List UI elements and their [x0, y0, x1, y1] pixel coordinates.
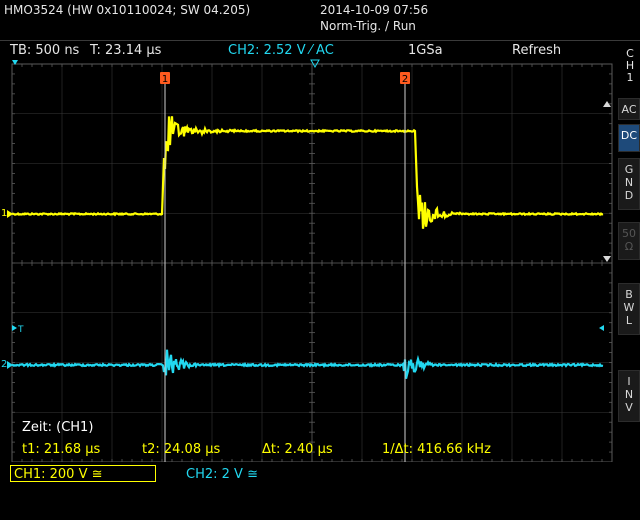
ch1-waveform: [11, 116, 604, 229]
side-button-gnd[interactable]: G N D: [618, 158, 640, 210]
scope-display[interactable]: 1 2 1 2 T Zeit: (CH1) t1: 21.68 µs t2: 2…: [0, 0, 640, 520]
trigger-level-right-arrow: [599, 325, 604, 331]
side-button-dc[interactable]: DC: [618, 124, 640, 152]
cursor-2-label: 2: [402, 74, 408, 85]
dt-readout: Δt: 2.40 µs: [262, 442, 333, 457]
scroll-down-arrow: [603, 256, 611, 262]
measurement-title: Zeit: (CH1): [22, 420, 93, 435]
trigger-level-marker: T: [17, 325, 24, 335]
ch1-level-marker: 1: [1, 208, 7, 219]
side-button-inv[interactable]: I N V: [618, 370, 640, 422]
ch1-scale[interactable]: CH1: 200 V ≅: [10, 465, 156, 482]
t1-readout: t1: 21.68 µs: [22, 442, 101, 457]
channel-bar: CH1: 200 V ≅ CH2: 2 V ≅: [0, 462, 640, 520]
trigger-level-left-arrow: [12, 325, 17, 331]
waveforms: [11, 116, 604, 379]
t2-readout: t2: 24.08 µs: [142, 442, 221, 457]
side-button-50ω[interactable]: 50 Ω: [618, 222, 640, 260]
ch2-level-marker: 2: [1, 359, 7, 370]
cursor-1-label: 1: [162, 74, 168, 85]
graticule: [11, 63, 613, 463]
side-button-bwl[interactable]: B W L: [618, 283, 640, 335]
ch2-scale[interactable]: CH2: 2 V ≅: [186, 467, 258, 482]
inv-dt-readout: 1/Δt: 416.66 kHz: [382, 442, 491, 457]
measurement-box: Zeit: (CH1) t1: 21.68 µs t2: 24.08 µs Δt…: [22, 420, 491, 457]
ch2-waveform: [11, 349, 604, 379]
side-button-ac[interactable]: AC: [618, 98, 640, 120]
side-channel-label: C H 1: [625, 47, 635, 84]
